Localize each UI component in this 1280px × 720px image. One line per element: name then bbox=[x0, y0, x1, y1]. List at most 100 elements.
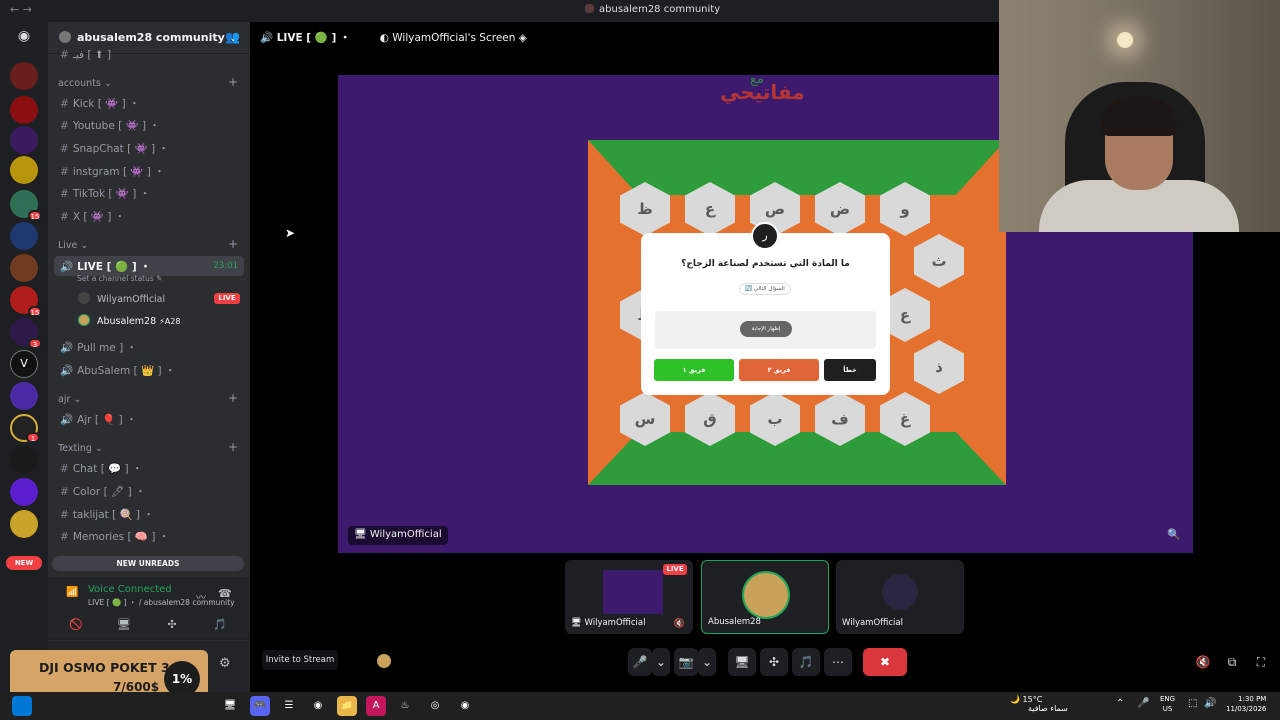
server-icon-15[interactable] bbox=[10, 510, 38, 538]
avatar[interactable] bbox=[377, 654, 391, 668]
file-explorer-icon[interactable]: 📁 bbox=[337, 696, 357, 716]
voice-user-abusalem[interactable]: Abusalem28 ⚡A28 bbox=[78, 314, 180, 327]
channel-kick[interactable]: # Kick [ 👾 ] ・ bbox=[60, 96, 140, 111]
weather-widget[interactable]: 🌙 15°C سماء صافية bbox=[1010, 695, 1068, 713]
add-channel-icon[interactable]: + bbox=[228, 75, 238, 89]
chrome-app-icon[interactable]: ◉ bbox=[455, 696, 475, 716]
category-live[interactable]: Live ⌄ bbox=[58, 240, 88, 251]
settings-gear-icon[interactable]: ⚙ bbox=[219, 656, 231, 671]
add-channel-icon[interactable]: + bbox=[228, 391, 238, 405]
channel-memories[interactable]: # Memories [ 🧠 ] ・ bbox=[60, 529, 169, 544]
taskbar-app-icon[interactable]: 🖥 bbox=[220, 696, 240, 716]
new-unreads-banner[interactable]: NEW UNREADS bbox=[52, 556, 244, 571]
chrome-app-icon[interactable]: ◉ bbox=[308, 696, 328, 716]
back-arrow-icon[interactable]: ← bbox=[10, 3, 19, 16]
server-icon-4[interactable] bbox=[10, 156, 38, 184]
category-accounts[interactable]: accounts ⌄ bbox=[58, 78, 112, 89]
channel-youtube[interactable]: # Youtube [ 👾 ] ・ bbox=[60, 118, 160, 133]
server-icon-9[interactable]: 3 bbox=[10, 318, 42, 349]
server-icon-3[interactable] bbox=[10, 126, 38, 154]
participant-tile[interactable]: Abusalem28 bbox=[701, 560, 829, 634]
voice-channel-ajr[interactable]: 🔊 Ajr [ 🎈 ] ・ bbox=[60, 412, 137, 427]
taskbar-app-icon[interactable]: A bbox=[366, 696, 386, 716]
channel-snapchat[interactable]: # SnapChat [ 👾 ] ・ bbox=[60, 141, 169, 156]
taskbar-app-icon[interactable]: ☰ bbox=[279, 696, 299, 716]
voice-channel-live[interactable]: 🔊 LIVE [ 🟢 ] ・ 23:01 bbox=[54, 256, 244, 276]
noise-suppression-icon[interactable]: 〰 bbox=[196, 589, 206, 604]
forward-arrow-icon[interactable]: → bbox=[23, 3, 32, 16]
voice-location[interactable]: LIVE [ 🟢 ] ・ / abusalem28 community bbox=[88, 597, 235, 608]
disconnect-icon[interactable]: ☎ bbox=[218, 587, 232, 600]
server-icon-13[interactable] bbox=[10, 446, 38, 474]
channel-chat[interactable]: # Chat [ 💬 ] ・ bbox=[60, 461, 142, 476]
mic-options-chevron-icon[interactable]: ⌄ bbox=[652, 648, 670, 676]
server-icon-1[interactable] bbox=[10, 62, 38, 90]
camera-button[interactable]: 📷 bbox=[674, 648, 698, 676]
system-clock[interactable]: 1:30 PM 11/03/2026 bbox=[1226, 694, 1266, 714]
speaker-tray-icon[interactable]: 🔊 bbox=[1204, 698, 1216, 709]
mouse-cursor: ➤ bbox=[285, 226, 296, 240]
activities-button[interactable]: ✣ bbox=[152, 616, 192, 634]
channel-x[interactable]: # X [ 👾 ] ・ bbox=[60, 209, 125, 224]
channel-status[interactable]: Set a channel status ✎ bbox=[77, 274, 162, 283]
popout-icon[interactable]: ⧉ bbox=[1222, 648, 1242, 676]
microphone-tray-icon[interactable]: 🎤 bbox=[1137, 698, 1149, 709]
steam-app-icon[interactable]: ♨ bbox=[395, 696, 415, 716]
discord-home-icon[interactable]: ◉ bbox=[10, 28, 38, 46]
participant-tile[interactable]: WilyamOfficial bbox=[836, 560, 964, 634]
hash-icon: # bbox=[60, 166, 69, 178]
channel-taklijat[interactable]: # taklijat [ 🍭 ] ・ bbox=[60, 507, 154, 522]
camera-options-chevron-icon[interactable]: ⌄ bbox=[698, 648, 716, 676]
add-channel-icon[interactable]: + bbox=[228, 440, 238, 454]
signal-icon[interactable]: 📶 bbox=[66, 587, 78, 598]
voice-channel-pull-me[interactable]: 🔊 Pull me ] ・ bbox=[60, 340, 137, 355]
add-channel-icon[interactable]: + bbox=[228, 237, 238, 251]
invite-to-stream-button[interactable]: Invite to Stream bbox=[262, 650, 338, 670]
server-icon-12[interactable]: 1 bbox=[10, 414, 40, 443]
language-indicator[interactable]: ENG US bbox=[1160, 694, 1175, 714]
new-pill[interactable]: NEW bbox=[6, 556, 42, 570]
channel-partial[interactable]: # فيـ [ ⬆ ] bbox=[60, 49, 111, 61]
more-options-button[interactable]: ⋯ bbox=[824, 648, 852, 676]
taskbar-app-icon[interactable]: ◎ bbox=[425, 696, 445, 716]
server-icon-14[interactable] bbox=[10, 478, 38, 506]
voice-user-wilyam[interactable]: WilyamOfficial bbox=[78, 292, 165, 305]
server-icon-8[interactable]: 15 bbox=[10, 286, 42, 317]
server-icon-11[interactable] bbox=[10, 382, 38, 410]
share-screen-button[interactable]: 🖥 bbox=[728, 648, 756, 676]
category-ajr[interactable]: ajr ⌄ bbox=[58, 394, 81, 405]
server-icon-10[interactable]: V bbox=[10, 350, 38, 378]
tray-overflow-icon[interactable]: ⌃ bbox=[1116, 698, 1124, 709]
zoom-icon[interactable]: 🔍 bbox=[1167, 528, 1181, 541]
network-icon[interactable]: ⬚ bbox=[1188, 698, 1197, 709]
channel-instgram[interactable]: # instgram [ 👾 ] ・ bbox=[60, 164, 165, 179]
invite-people-icon[interactable]: 👥 bbox=[225, 30, 240, 44]
channel-color[interactable]: # Color [ 🖊 ] ・ bbox=[60, 484, 146, 499]
wrong-button[interactable]: خطأ bbox=[824, 359, 876, 381]
volume-icon[interactable]: 🔇 bbox=[1193, 648, 1213, 676]
channel-tiktok[interactable]: # TikTok [ 👾 ] ・ bbox=[60, 186, 150, 201]
start-button-icon[interactable] bbox=[12, 696, 32, 716]
server-icon-2[interactable] bbox=[10, 96, 38, 124]
soundboard-button[interactable]: 🎵 bbox=[200, 616, 240, 634]
category-texting[interactable]: Texting ⌄ bbox=[58, 443, 103, 454]
camera-off-button[interactable]: 🚫 bbox=[56, 616, 96, 634]
share-screen-button[interactable]: 🖥 bbox=[104, 616, 144, 634]
server-icon-5[interactable]: 15 bbox=[10, 190, 42, 221]
soundboard-button[interactable]: 🎵 bbox=[792, 648, 820, 676]
server-icon-7[interactable] bbox=[10, 254, 38, 282]
participant-tile[interactable]: LIVE 🖥 WilyamOfficial 🔇 bbox=[565, 560, 693, 634]
history-nav[interactable]: ← → bbox=[10, 3, 32, 16]
server-icon-6[interactable] bbox=[10, 222, 38, 250]
team-green-button[interactable]: فريق ١ bbox=[654, 359, 734, 381]
stream-thumbnail bbox=[603, 570, 663, 614]
activities-button[interactable]: ✣ bbox=[760, 648, 788, 676]
team-orange-button[interactable]: فريق ٢ bbox=[739, 359, 819, 381]
voice-channel-abusalem[interactable]: 🔊 AbuSalem [ 👑 ] ・ bbox=[60, 363, 175, 378]
mic-button[interactable]: 🎤 bbox=[628, 648, 652, 676]
fullscreen-icon[interactable]: ⛶ bbox=[1251, 648, 1271, 676]
discord-app-icon[interactable]: 🎮 bbox=[250, 696, 270, 716]
disconnect-button[interactable]: ✖ bbox=[863, 648, 907, 676]
next-question-button[interactable]: 🔄 السؤال التالي bbox=[739, 283, 791, 295]
show-answer-button[interactable]: إظهار الإجابة bbox=[740, 321, 792, 337]
